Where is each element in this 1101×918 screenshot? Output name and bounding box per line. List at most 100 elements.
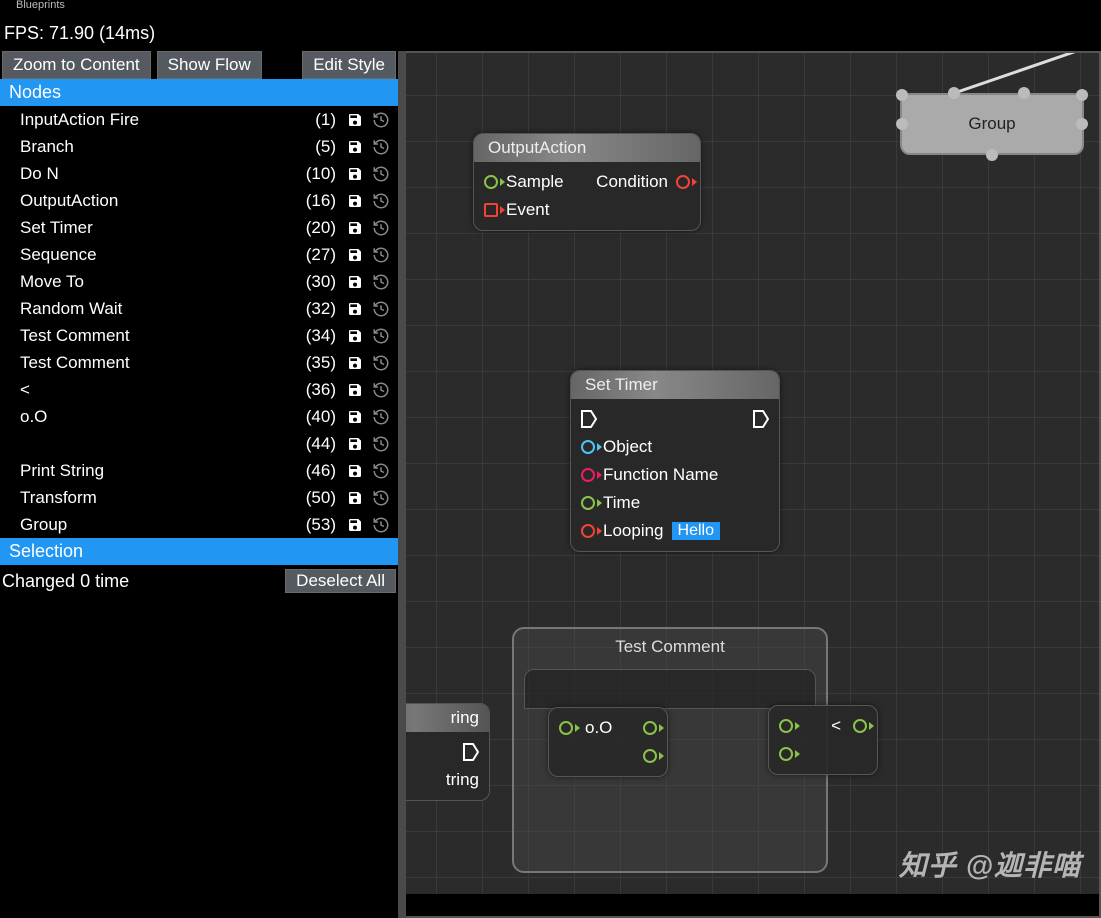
history-icon[interactable] <box>372 138 390 156</box>
group-handle[interactable] <box>948 87 960 99</box>
group-handle[interactable] <box>896 89 908 101</box>
pin-value-tag[interactable]: Hello <box>672 522 720 540</box>
node-list-item[interactable]: OutputAction(16) <box>0 187 398 214</box>
history-icon[interactable] <box>372 246 390 264</box>
node-list-item[interactable]: Branch(5) <box>0 133 398 160</box>
history-icon[interactable] <box>372 165 390 183</box>
pin-output-icon[interactable] <box>643 749 657 763</box>
history-icon[interactable] <box>372 111 390 129</box>
save-icon[interactable] <box>346 165 364 183</box>
group-handle[interactable] <box>986 149 998 161</box>
group-handle[interactable] <box>1076 118 1088 130</box>
group-handle[interactable] <box>1076 89 1088 101</box>
node-id: (16) <box>306 191 336 211</box>
pin-input-icon[interactable] <box>484 175 498 189</box>
pin-input-icon[interactable] <box>581 440 595 454</box>
save-icon[interactable] <box>346 138 364 156</box>
output-action-node[interactable]: OutputAction Sample Condition Event <box>473 133 701 231</box>
pin-output-icon[interactable] <box>643 721 657 735</box>
node-id: (10) <box>306 164 336 184</box>
node-list-item[interactable]: <(36) <box>0 376 398 403</box>
deselect-all-button[interactable]: Deselect All <box>285 569 396 593</box>
node-id: (36) <box>306 380 336 400</box>
save-icon[interactable] <box>346 489 364 507</box>
pin-input-icon[interactable] <box>581 468 595 482</box>
node-name: < <box>20 380 306 400</box>
group-node[interactable]: Group <box>900 93 1084 155</box>
zoom-to-content-button[interactable]: Zoom to Content <box>2 51 151 79</box>
history-icon[interactable] <box>372 435 390 453</box>
history-icon[interactable] <box>372 462 390 480</box>
history-icon[interactable] <box>372 408 390 426</box>
selection-row: Changed 0 time Deselect All <box>0 565 398 597</box>
pin-input-icon[interactable] <box>559 721 573 735</box>
show-flow-button[interactable]: Show Flow <box>157 51 262 79</box>
fps-text: FPS: 71.90 (14ms) <box>4 23 155 44</box>
node-name: Set Timer <box>20 218 306 238</box>
node-list-item[interactable]: (44) <box>0 430 398 457</box>
save-icon[interactable] <box>346 111 364 129</box>
node-list-item[interactable]: Set Timer(20) <box>0 214 398 241</box>
save-icon[interactable] <box>346 381 364 399</box>
node-list-item[interactable]: Group(53) <box>0 511 398 538</box>
save-icon[interactable] <box>346 327 364 345</box>
history-icon[interactable] <box>372 381 390 399</box>
node-list-item[interactable]: Print String(46) <box>0 457 398 484</box>
history-icon[interactable] <box>372 192 390 210</box>
save-icon[interactable] <box>346 246 364 264</box>
history-icon[interactable] <box>372 354 390 372</box>
history-icon[interactable] <box>372 327 390 345</box>
history-icon[interactable] <box>372 219 390 237</box>
set-timer-node[interactable]: Set Timer Object <box>570 370 780 552</box>
toolbar: Zoom to Content Show Flow Edit Style <box>0 51 398 79</box>
history-icon[interactable] <box>372 300 390 318</box>
save-icon[interactable] <box>346 273 364 291</box>
pin-output-icon[interactable] <box>853 719 867 733</box>
pin-input-icon[interactable] <box>779 719 793 733</box>
save-icon[interactable] <box>346 408 364 426</box>
small-node-lt[interactable]: < <box>768 705 878 775</box>
node-name: Move To <box>20 272 306 292</box>
node-list-item[interactable]: InputAction Fire(1) <box>0 106 398 133</box>
exec-pin-out-icon[interactable] <box>463 743 479 761</box>
history-icon[interactable] <box>372 273 390 291</box>
node-list-item[interactable]: o.O(40) <box>0 403 398 430</box>
pin-label: Event <box>506 200 549 220</box>
node-list-item[interactable]: Transform(50) <box>0 484 398 511</box>
save-icon[interactable] <box>346 354 364 372</box>
pin-input-icon[interactable] <box>581 496 595 510</box>
node-id: (35) <box>306 353 336 373</box>
canvas-area[interactable]: Group OutputAction Sample Condition <box>398 51 1101 918</box>
exec-pin-out-icon[interactable] <box>753 410 769 428</box>
group-handle[interactable] <box>1018 87 1030 99</box>
nodes-list: InputAction Fire(1)Branch(5)Do N(10)Outp… <box>0 106 398 538</box>
node-list-item[interactable]: Random Wait(32) <box>0 295 398 322</box>
node-list-item[interactable]: Move To(30) <box>0 268 398 295</box>
save-icon[interactable] <box>346 516 364 534</box>
node-list-item[interactable]: Do N(10) <box>0 160 398 187</box>
save-icon[interactable] <box>346 462 364 480</box>
history-icon[interactable] <box>372 516 390 534</box>
node-list-item[interactable]: Test Comment(35) <box>0 349 398 376</box>
pin-output-icon[interactable] <box>676 175 690 189</box>
group-handle[interactable] <box>896 118 908 130</box>
graph-canvas[interactable]: Group OutputAction Sample Condition <box>398 51 1101 918</box>
small-node-oo[interactable]: o.O <box>548 707 668 777</box>
history-icon[interactable] <box>372 489 390 507</box>
node-name: Random Wait <box>20 299 306 319</box>
save-icon[interactable] <box>346 435 364 453</box>
splitter[interactable] <box>398 51 406 918</box>
partial-node[interactable]: ring tring <box>398 703 490 801</box>
save-icon[interactable] <box>346 192 364 210</box>
pin-input-icon[interactable] <box>484 203 498 217</box>
exec-pin-in-icon[interactable] <box>581 410 597 428</box>
node-list-item[interactable]: Sequence(27) <box>0 241 398 268</box>
edit-style-button[interactable]: Edit Style <box>302 51 396 79</box>
node-list-item[interactable]: Test Comment(34) <box>0 322 398 349</box>
pin-label: Sample <box>506 172 564 192</box>
save-icon[interactable] <box>346 219 364 237</box>
pin-input-icon[interactable] <box>779 747 793 761</box>
pin-input-icon[interactable] <box>581 524 595 538</box>
app-title: Blueprints <box>16 0 65 11</box>
save-icon[interactable] <box>346 300 364 318</box>
